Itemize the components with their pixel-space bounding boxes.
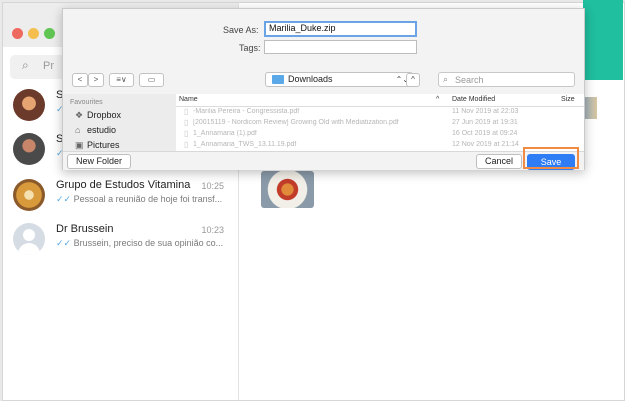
search-icon: ⌕ bbox=[22, 58, 29, 72]
read-receipt-icon: ✓✓ bbox=[56, 238, 74, 248]
avatar bbox=[13, 133, 45, 165]
file-row: ▯ -Marilia Pereira - Congressista.pdf 11… bbox=[176, 107, 584, 118]
avatar bbox=[13, 179, 45, 211]
chat-preview: ✓✓ Brussein, preciso de sua opinião co..… bbox=[56, 238, 224, 248]
header-accent bbox=[583, 0, 623, 80]
file-date: 12 Nov 2019 at 21:14 bbox=[452, 141, 519, 148]
file-name: -Marilia Pereira - Congressista.pdf bbox=[193, 108, 300, 115]
pictures-icon: ▣ bbox=[75, 140, 84, 150]
sort-indicator-icon: ^ bbox=[436, 96, 440, 103]
minimize-window-button[interactable] bbox=[28, 28, 39, 39]
file-row: ▯ 1_Annamaria (1).pdf 16 Oct 2019 at 09:… bbox=[176, 129, 584, 140]
column-size[interactable]: Size bbox=[561, 96, 575, 103]
avatar bbox=[13, 223, 45, 255]
save-button-highlight bbox=[523, 147, 579, 169]
expand-button[interactable]: ^ bbox=[406, 73, 420, 87]
chat-item[interactable]: Grupo de Estudos Vitamina 10:25 ✓✓ Pesso… bbox=[3, 173, 238, 221]
file-date: 11 Nov 2019 at 22:03 bbox=[452, 108, 519, 115]
chat-item[interactable]: Dr Brussein 10:23 ✓✓ Brussein, preciso d… bbox=[3, 217, 238, 265]
home-icon: ⌂ bbox=[75, 125, 81, 135]
dialog-sidebar: Favourites ❖ Dropbox ⌂ estudio ▣ Pictures bbox=[63, 94, 177, 151]
cancel-button[interactable]: Cancel bbox=[476, 154, 522, 169]
file-icon: ▯ bbox=[184, 129, 189, 138]
chat-preview: ✓✓ Pessoal a reunião de hoje foi transf.… bbox=[56, 194, 223, 204]
file-list: Name ^ Date Modified Size ▯ -Marilia Per… bbox=[176, 94, 584, 151]
new-folder-button[interactable]: New Folder bbox=[67, 154, 131, 169]
file-row: ▯ [20015119 - Nordicom Review] Growing O… bbox=[176, 118, 584, 129]
file-date: 27 Jun 2019 at 19:31 bbox=[452, 119, 518, 126]
file-search-placeholder: Search bbox=[455, 75, 484, 85]
file-name: [20015119 - Nordicom Review] Growing Old… bbox=[193, 119, 399, 126]
column-date-modified[interactable]: Date Modified bbox=[452, 96, 495, 103]
search-icon: ⌕ bbox=[443, 74, 449, 84]
save-dialog: Save As: Marilia_Duke.zip Tags: < > ≡∨ ▭… bbox=[62, 8, 585, 170]
file-icon: ▯ bbox=[184, 107, 189, 116]
zoom-window-button[interactable] bbox=[44, 28, 55, 39]
read-receipt-icon: ✓✓ bbox=[56, 194, 74, 204]
sidebar-item-estudio[interactable]: ⌂ estudio bbox=[75, 125, 116, 135]
file-name: 1_Annamaria (1).pdf bbox=[193, 130, 257, 137]
file-icon: ▯ bbox=[184, 118, 189, 127]
folder-outline-icon: ▭ bbox=[147, 75, 156, 84]
avatar bbox=[13, 89, 45, 121]
save-as-field[interactable]: Marilia_Duke.zip bbox=[264, 21, 417, 37]
sidebar-header: Favourites bbox=[70, 99, 103, 106]
column-name[interactable]: Name bbox=[179, 96, 198, 103]
shared-photo[interactable] bbox=[261, 171, 314, 208]
tags-field[interactable] bbox=[264, 40, 417, 54]
view-mode-button[interactable]: ≡∨ bbox=[109, 73, 134, 87]
chat-search-placeholder: Pr bbox=[43, 60, 54, 72]
chat-time: 10:23 bbox=[201, 225, 224, 235]
location-popup[interactable]: Downloads ⌃⌄ bbox=[265, 72, 413, 87]
file-search-input[interactable]: ⌕ Search bbox=[438, 72, 575, 87]
close-window-button[interactable] bbox=[12, 28, 23, 39]
dropbox-icon: ❖ bbox=[75, 110, 84, 120]
forward-button[interactable]: > bbox=[88, 73, 104, 87]
location-label: Downloads bbox=[288, 74, 333, 84]
folder-icon bbox=[272, 75, 284, 84]
sidebar-item-dropbox[interactable]: ❖ Dropbox bbox=[75, 110, 121, 121]
save-as-label: Save As: bbox=[223, 25, 259, 35]
default-avatar-icon bbox=[23, 229, 35, 241]
tags-label: Tags: bbox=[239, 43, 261, 53]
sidebar-item-pictures[interactable]: ▣ Pictures bbox=[75, 140, 120, 151]
chat-name: Grupo de Estudos Vitamina bbox=[56, 179, 191, 191]
back-button[interactable]: < bbox=[72, 73, 88, 87]
file-date: 16 Oct 2019 at 09:24 bbox=[452, 130, 518, 137]
dialog-footer: New Folder Cancel Save bbox=[63, 151, 584, 170]
file-icon: ▯ bbox=[184, 140, 189, 149]
file-name: 1_Annamaria_TWS_13.11.19.pdf bbox=[193, 141, 297, 148]
chat-time: 10:25 bbox=[201, 181, 224, 191]
new-folder-icon-button[interactable]: ▭ bbox=[139, 73, 164, 87]
chat-name: Dr Brussein bbox=[56, 223, 114, 235]
shared-photo[interactable] bbox=[583, 97, 597, 119]
file-list-header: Name ^ Date Modified Size bbox=[176, 94, 584, 107]
